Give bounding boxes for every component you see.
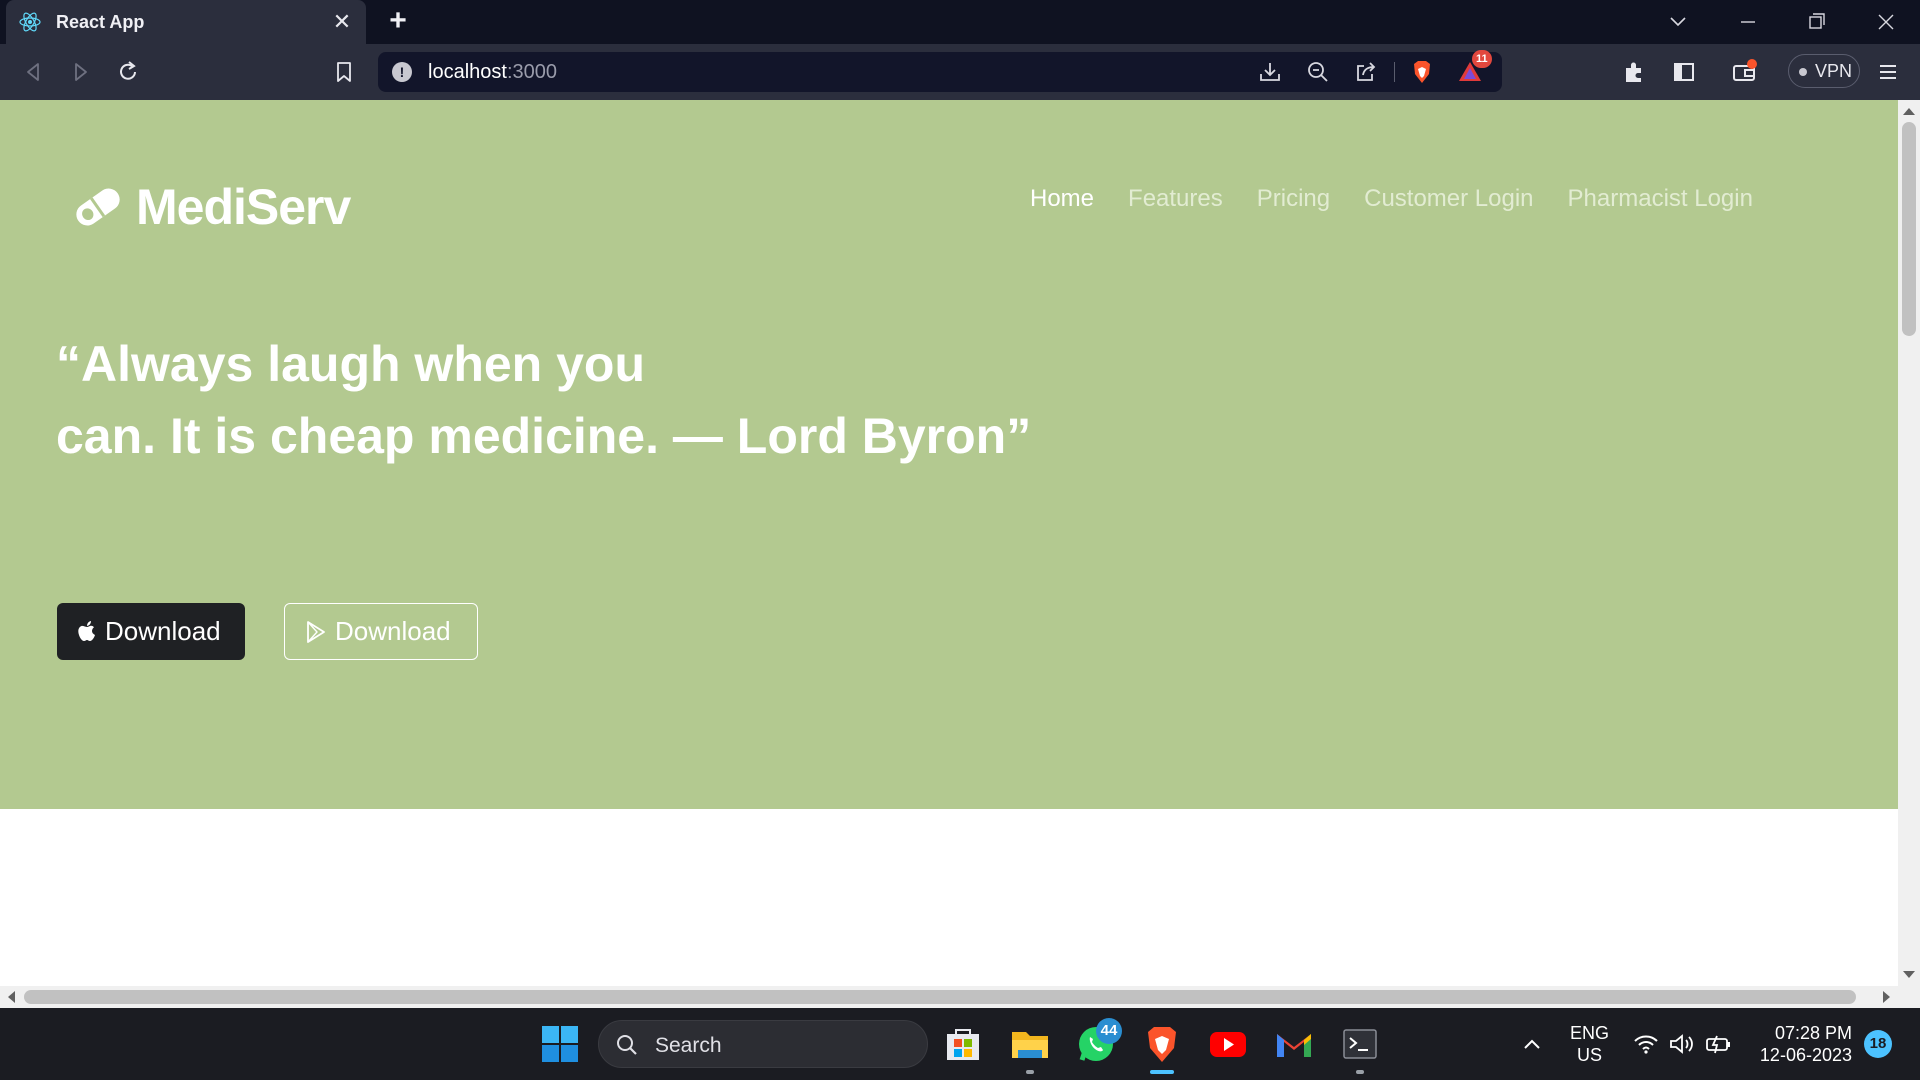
nav-pricing[interactable]: Pricing [1257,185,1330,213]
tab-close-icon[interactable]: ✕ [330,10,354,34]
wallet-icon[interactable] [1730,58,1758,86]
forward-icon[interactable] [66,58,94,86]
bookmark-icon[interactable] [330,58,358,86]
tab-search-chevron-icon[interactable] [1660,6,1696,38]
back-icon[interactable] [20,58,48,86]
terminal-icon[interactable] [1338,1022,1382,1066]
wifi-icon[interactable] [1632,1032,1660,1056]
url-text: localhost:3000 [428,61,557,83]
apple-icon [78,620,95,641]
pill-logo-icon [76,188,120,226]
vertical-scrollbar[interactable] [1898,100,1920,986]
brand-name: MediServ [136,179,351,235]
play-store-download-button[interactable]: Download [284,603,478,660]
scroll-left-icon[interactable] [8,991,15,1003]
file-explorer-icon[interactable] [1008,1022,1052,1066]
main-nav: Home Features Pricing Customer Login Pha… [1030,185,1787,213]
rewards-badge: 11 [1472,50,1492,68]
microsoft-store-icon[interactable] [941,1022,985,1066]
taskbar: Search 44 ENG US 07:28 PM 12-06-2023 18 [0,1008,1920,1080]
vertical-scroll-thumb[interactable] [1902,122,1916,336]
address-bar[interactable]: ! localhost:3000 11 [378,50,1502,92]
vpn-status-dot [1799,68,1807,76]
reload-icon[interactable] [114,58,142,86]
react-icon [19,12,41,32]
page-viewport: MediServ Home Features Pricing Customer … [0,100,1898,986]
menu-icon[interactable] [1874,58,1902,86]
notification-badge[interactable]: 18 [1864,1030,1892,1058]
nav-home[interactable]: Home [1030,185,1094,213]
new-tab-icon[interactable]: + [384,6,412,36]
close-window-icon[interactable] [1868,6,1904,38]
google-play-icon [307,620,325,643]
browser-toolbar: ! localhost:3000 11 VPN [0,44,1920,100]
site-info-icon[interactable]: ! [392,62,412,82]
whatsapp-badge: 44 [1096,1018,1122,1044]
brave-browser-icon[interactable] [1140,1022,1184,1066]
youtube-icon[interactable] [1206,1022,1250,1066]
tab-title: React App [56,11,145,32]
hero-quote: “Always laugh when you can. It is cheap … [56,336,1032,464]
show-hidden-icons-chevron-icon[interactable] [1520,1034,1544,1054]
windows-start-icon[interactable] [538,1022,582,1066]
scroll-down-icon[interactable] [1903,971,1915,978]
browser-tab[interactable]: React App ✕ [6,0,366,44]
brave-active-indicator [1150,1070,1174,1074]
brand-logo[interactable]: MediServ [70,178,351,236]
horizontal-scroll-thumb[interactable] [24,990,1856,1004]
download-icon[interactable] [1256,58,1284,86]
search-icon [617,1035,637,1055]
omnibox-divider [1394,62,1395,82]
vpn-button[interactable]: VPN [1788,54,1860,88]
scroll-right-icon[interactable] [1883,991,1890,1003]
sidebar-icon[interactable] [1670,58,1698,86]
zoom-out-icon[interactable] [1304,58,1332,86]
system-clock[interactable]: 07:28 PM 12-06-2023 [1752,1022,1852,1066]
restore-icon[interactable] [1798,6,1834,38]
nav-customer-login[interactable]: Customer Login [1364,185,1533,213]
scrollbar-corner [1898,986,1920,1008]
volume-icon[interactable] [1668,1032,1696,1056]
nav-pharmacist-login[interactable]: Pharmacist Login [1568,185,1753,213]
minimize-icon[interactable] [1730,6,1766,38]
tab-strip: React App ✕ + [0,0,1920,44]
taskbar-search[interactable]: Search [598,1020,928,1068]
share-icon[interactable] [1352,58,1380,86]
brave-shields-icon[interactable] [1408,58,1436,86]
horizontal-scrollbar[interactable] [0,986,1898,1008]
app-store-download-button[interactable]: Download [57,603,245,660]
scroll-up-icon[interactable] [1903,108,1915,115]
explorer-running-indicator [1026,1070,1034,1074]
language-indicator[interactable]: ENG US [1570,1022,1609,1066]
extensions-icon[interactable] [1620,58,1648,86]
nav-features[interactable]: Features [1128,185,1223,213]
gmail-icon[interactable] [1272,1022,1316,1066]
battery-charging-icon[interactable] [1704,1032,1734,1056]
hero-section: MediServ Home Features Pricing Customer … [0,100,1898,809]
terminal-running-indicator [1356,1070,1364,1074]
search-label: Search [655,1034,722,1057]
